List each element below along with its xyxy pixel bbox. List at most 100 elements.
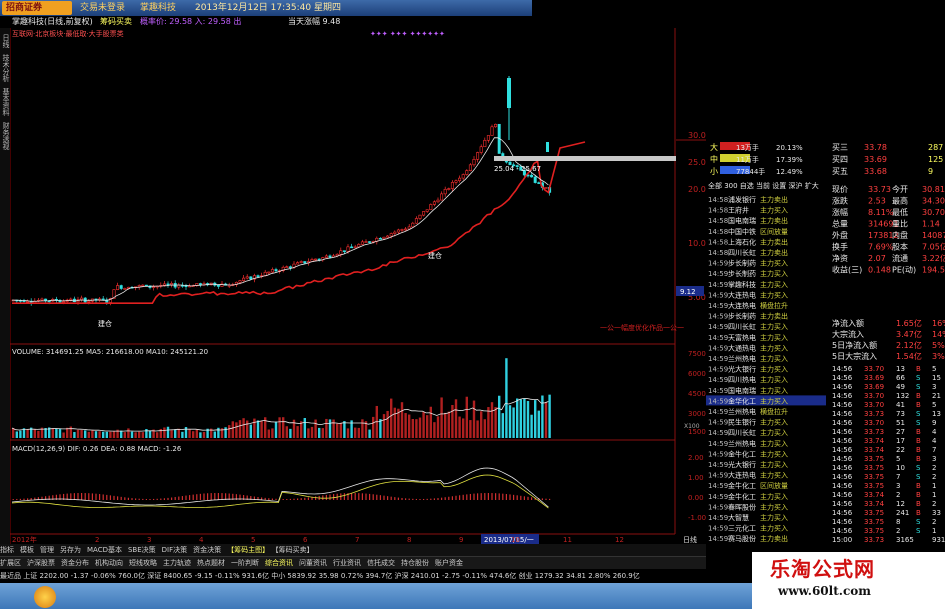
volume-bar xyxy=(487,407,490,438)
tick-price: 33.73 xyxy=(864,536,884,544)
volume-bar xyxy=(357,427,360,438)
tick-time: 14:56 xyxy=(832,473,853,481)
macd-bar xyxy=(297,498,299,500)
candle xyxy=(479,146,483,153)
macd-bar xyxy=(131,498,133,500)
bigorder-tag: 小 xyxy=(710,167,718,176)
volume-bar xyxy=(400,402,404,438)
period-label[interactable]: 日线 xyxy=(683,535,697,544)
tick-price: 33.75 xyxy=(864,518,884,526)
macd-bar xyxy=(109,495,111,500)
news-time: 14:59 xyxy=(708,514,728,522)
candle xyxy=(458,177,462,182)
volume-bar xyxy=(271,428,274,438)
indicator-tab-8[interactable]: 【筹码主图】 xyxy=(227,546,269,554)
tick-dir: B xyxy=(916,509,921,517)
volume-bar xyxy=(379,419,382,438)
indicator-tab-5[interactable]: SBE决策 xyxy=(128,546,156,554)
candle xyxy=(342,250,346,252)
extension-tab-6[interactable]: 热点题材 xyxy=(197,559,225,567)
extension-tab-3[interactable]: 机构动向 xyxy=(95,559,123,567)
ask-price: 33.68 xyxy=(864,167,887,176)
price-axis: 30.00 25.00 20.00 10.00 5.00 xyxy=(688,131,706,302)
tick-vol: 27 xyxy=(896,428,905,436)
extension-tab-0[interactable]: 扩展区 xyxy=(0,559,21,567)
extension-tab-8[interactable]: 综合资讯 xyxy=(265,559,293,567)
indicator-tab-2[interactable]: 管理 xyxy=(40,546,54,554)
macd-bar xyxy=(268,498,270,500)
candle xyxy=(270,269,274,273)
indicator-tab-0[interactable]: 指标 xyxy=(0,546,14,554)
macd-bar xyxy=(441,497,443,500)
news-name: 王府井 xyxy=(728,206,749,215)
news-name: 光大银行 xyxy=(728,460,756,469)
extension-tab-1[interactable]: 沪深股票 xyxy=(27,559,55,567)
candle xyxy=(404,228,408,231)
extension-tab-12[interactable]: 持仓股份 xyxy=(401,559,429,567)
macd-bar xyxy=(365,493,367,500)
news-time: 14:59 xyxy=(708,302,728,310)
tick-dir: S xyxy=(916,419,921,427)
volume-bar xyxy=(202,431,206,438)
volume-bar xyxy=(235,422,238,438)
indicator-tab-6[interactable]: DIF决策 xyxy=(162,546,187,554)
indicator-tab-4[interactable]: MACD基本 xyxy=(87,546,122,554)
start-button[interactable] xyxy=(34,586,56,608)
news-name: 兰州热电 xyxy=(728,407,756,416)
candle xyxy=(546,142,549,152)
news-name: 四川长虹 xyxy=(728,248,756,257)
extension-tab-7[interactable]: 一阶判断 xyxy=(231,559,259,567)
macd-bar xyxy=(383,495,385,500)
macd-bar xyxy=(369,493,371,500)
news-action: 主力卖出 xyxy=(760,216,788,225)
macd-bar xyxy=(516,495,518,500)
flow-key: 大宗流入 xyxy=(832,329,864,339)
news-action: 区间放量 xyxy=(760,481,788,490)
extension-tab-11[interactable]: 信托成交 xyxy=(367,559,395,567)
tick-time: 14:56 xyxy=(832,527,853,535)
bigorder-tag: 中 xyxy=(710,154,718,164)
volume-bar xyxy=(120,430,123,438)
candle xyxy=(494,123,498,128)
macd-bar xyxy=(145,498,147,500)
tick-num: 4 xyxy=(932,437,937,445)
watermark-title: 乐淘公式网 xyxy=(770,557,875,581)
news-action: 区间放量 xyxy=(760,227,788,236)
indicator-tab-3[interactable]: 另存为 xyxy=(60,546,81,554)
volume-bar xyxy=(454,399,458,438)
extension-tab-5[interactable]: 主力轨迹 xyxy=(163,559,191,567)
news-action: 主力卖出 xyxy=(760,237,788,246)
extension-tab-2[interactable]: 资金分布 xyxy=(61,559,89,567)
macd-bar xyxy=(545,498,547,500)
indicator-tab-1[interactable]: 模板 xyxy=(20,546,34,554)
macd-bar xyxy=(387,496,389,500)
extension-tab-4[interactable]: 短线攻略 xyxy=(129,559,157,567)
macd-bar xyxy=(163,498,165,500)
macd-bar xyxy=(351,493,353,500)
tick-dir: S xyxy=(916,473,921,481)
indicator-tab-7[interactable]: 资金决策 xyxy=(193,546,221,554)
macd-tick: 2.00 xyxy=(688,454,704,462)
news-name: 浦发银行 xyxy=(728,195,756,204)
macd-bar xyxy=(117,496,119,500)
x-tick: 5 xyxy=(251,536,255,544)
extension-tab-10[interactable]: 行业资讯 xyxy=(333,559,361,567)
news-name: 步长制药 xyxy=(728,312,756,321)
news-action: 主力买入 xyxy=(760,259,788,268)
macd-bar xyxy=(178,496,180,500)
extension-tab-13[interactable]: 账户资金 xyxy=(435,559,463,567)
candle xyxy=(396,229,400,233)
macd-bar xyxy=(160,498,162,500)
kline-chart-area[interactable]: 当天涨幅 9.48 互联网·北京板块·最低取·大手股票类 30.00 25.00… xyxy=(0,0,706,545)
news-name: 大连热电 xyxy=(728,301,756,310)
news-name: 天富热电 xyxy=(728,333,756,342)
right-panel-svg: 大 13万手 20.13%中 11万手 17.39%小 77844手 12.49%买三 33.… xyxy=(706,142,945,544)
candlestick-series xyxy=(11,76,552,306)
extension-tab-9[interactable]: 问董资讯 xyxy=(299,559,327,567)
candle xyxy=(80,297,84,300)
volume-bar xyxy=(408,414,411,438)
volume-bar xyxy=(526,401,530,438)
indicator-tab-9[interactable]: 【筹码买卖】 xyxy=(275,546,314,554)
volume-bar xyxy=(141,432,144,438)
volume-bar xyxy=(436,416,440,438)
